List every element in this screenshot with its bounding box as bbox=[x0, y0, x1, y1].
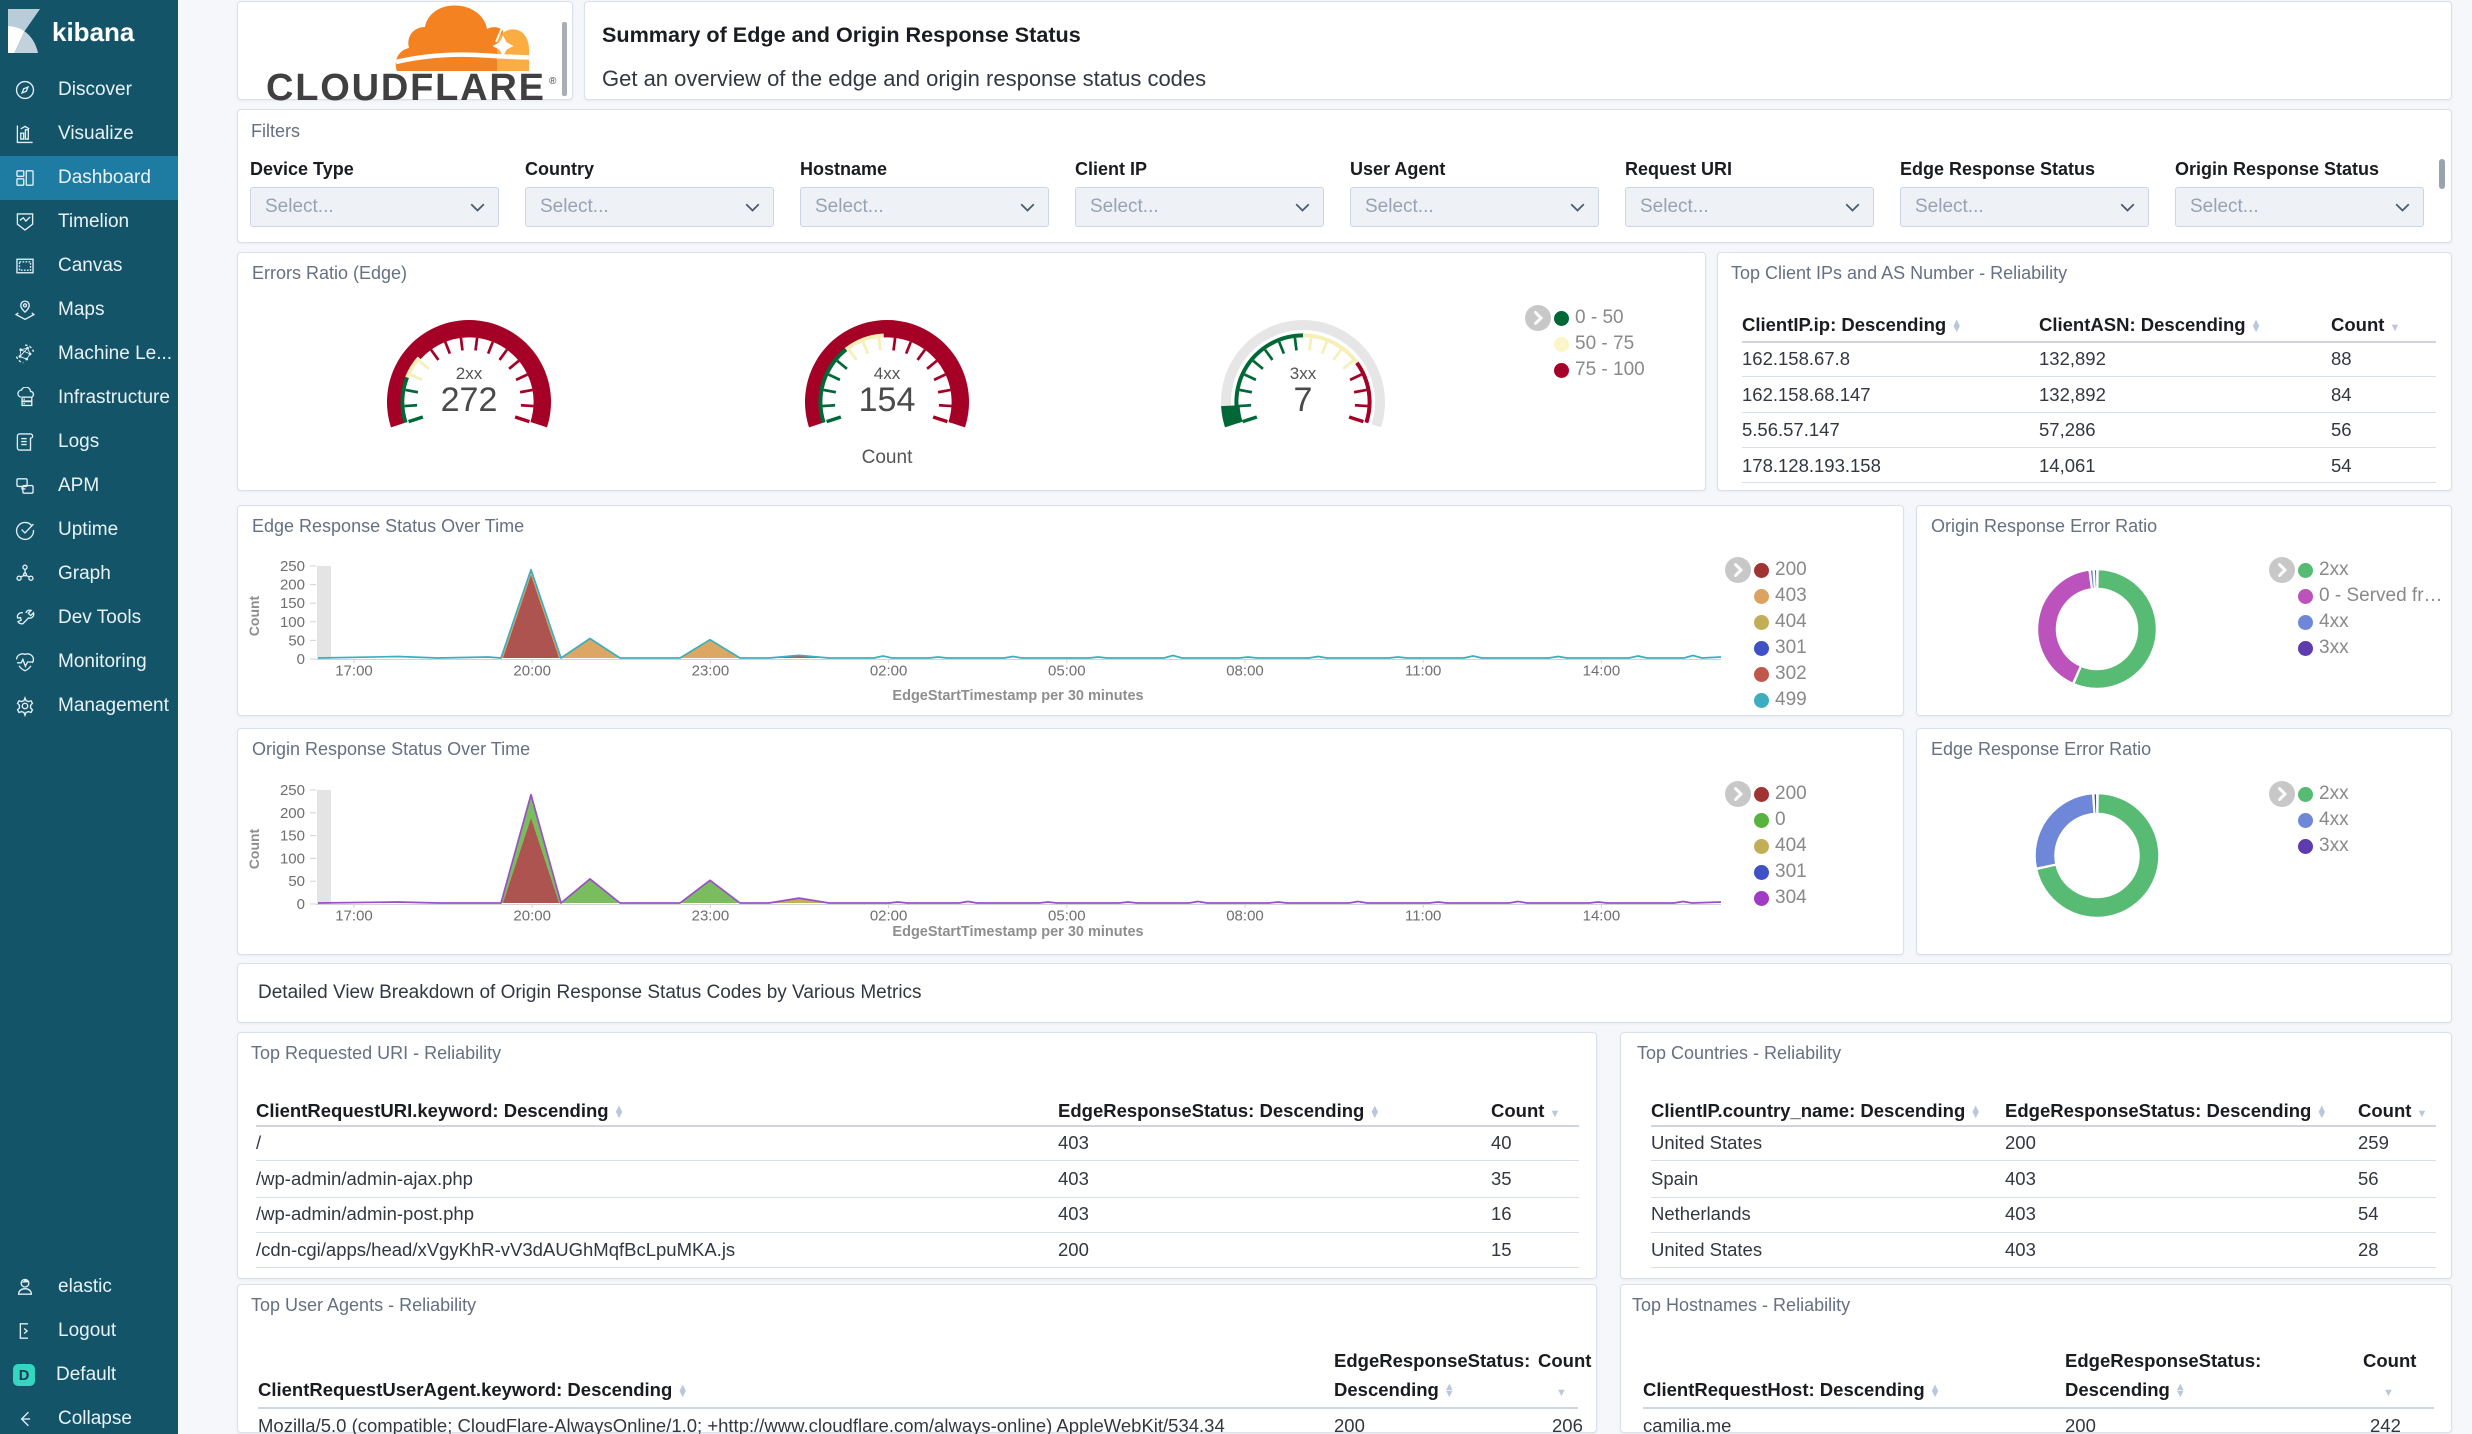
svg-text:08:00: 08:00 bbox=[1226, 908, 1264, 925]
svg-text:0: 0 bbox=[297, 651, 305, 668]
svg-text:250: 250 bbox=[280, 558, 305, 575]
svg-text:®: ® bbox=[549, 76, 557, 87]
svg-text:150: 150 bbox=[280, 595, 305, 612]
svg-text:20:00: 20:00 bbox=[513, 663, 551, 680]
svg-text:11:00: 11:00 bbox=[1405, 663, 1441, 680]
svg-text:17:00: 17:00 bbox=[335, 908, 373, 925]
svg-text:100: 100 bbox=[280, 614, 305, 631]
svg-text:Count: Count bbox=[246, 828, 262, 869]
svg-text:14:00: 14:00 bbox=[1583, 908, 1621, 925]
svg-text:0: 0 bbox=[297, 896, 305, 913]
svg-text:200: 200 bbox=[280, 577, 305, 594]
svg-text:14:00: 14:00 bbox=[1583, 663, 1621, 680]
svg-text:200: 200 bbox=[280, 805, 305, 822]
svg-text:17:00: 17:00 bbox=[335, 663, 373, 680]
svg-text:05:00: 05:00 bbox=[1048, 663, 1086, 680]
svg-text:Count: Count bbox=[246, 595, 262, 636]
svg-text:250: 250 bbox=[280, 782, 305, 799]
svg-text:11:00: 11:00 bbox=[1405, 908, 1441, 925]
svg-text:08:00: 08:00 bbox=[1226, 663, 1264, 680]
svg-text:02:00: 02:00 bbox=[870, 908, 908, 925]
svg-text:23:00: 23:00 bbox=[692, 908, 730, 925]
svg-text:Count: Count bbox=[862, 447, 913, 468]
svg-text:EdgeStartTimestamp per 30 minu: EdgeStartTimestamp per 30 minutes bbox=[892, 924, 1143, 940]
svg-text:150: 150 bbox=[280, 828, 305, 845]
svg-text:02:00: 02:00 bbox=[870, 663, 908, 680]
svg-text:50: 50 bbox=[288, 873, 305, 890]
svg-text:CLOUDFLARE: CLOUDFLARE bbox=[266, 67, 546, 101]
svg-text:154: 154 bbox=[859, 381, 916, 419]
svg-text:23:00: 23:00 bbox=[692, 663, 730, 680]
svg-text:20:00: 20:00 bbox=[513, 908, 551, 925]
svg-text:272: 272 bbox=[441, 381, 498, 419]
svg-text:05:00: 05:00 bbox=[1048, 908, 1086, 925]
svg-text:EdgeStartTimestamp per 30 minu: EdgeStartTimestamp per 30 minutes bbox=[892, 688, 1143, 704]
svg-text:50: 50 bbox=[288, 632, 305, 649]
svg-text:D: D bbox=[19, 1368, 30, 1384]
svg-text:100: 100 bbox=[280, 850, 305, 867]
svg-text:7: 7 bbox=[1294, 381, 1313, 419]
